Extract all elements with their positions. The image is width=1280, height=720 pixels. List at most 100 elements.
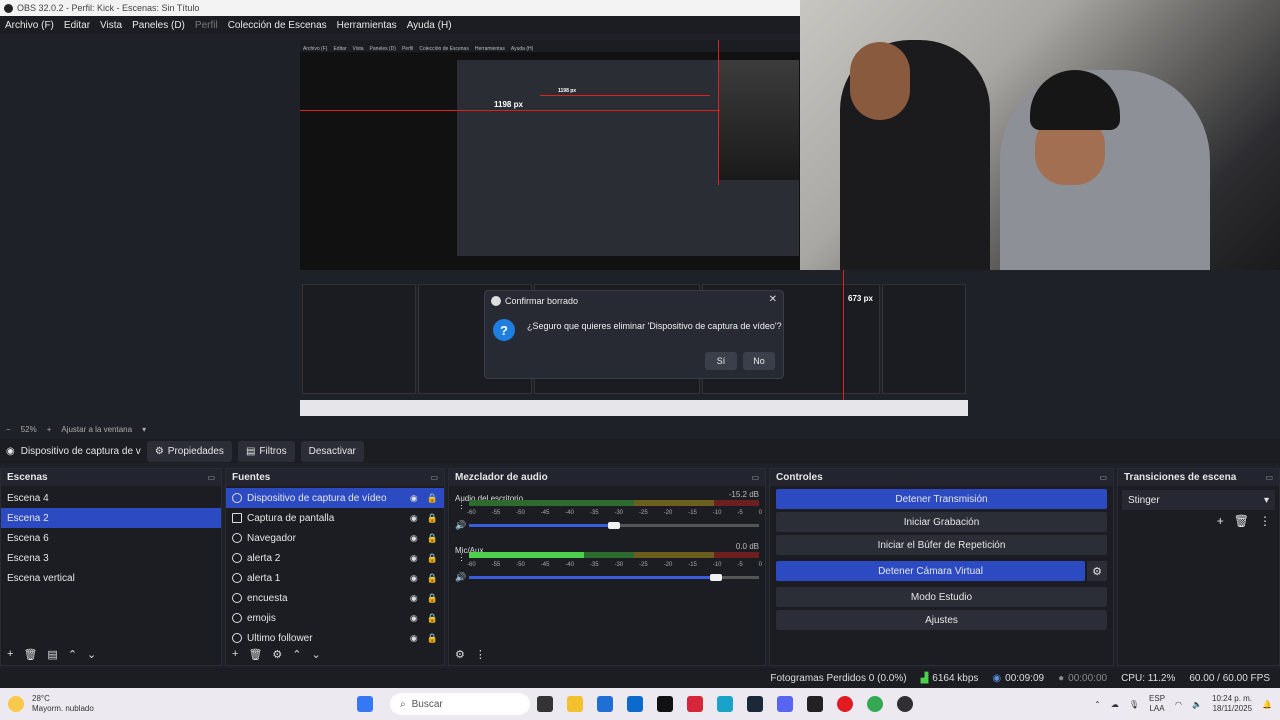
scene-filters-icon[interactable]: ▤ xyxy=(47,648,57,661)
store-icon[interactable] xyxy=(597,696,613,712)
source-item[interactable]: Captura de pantalla ◉ 🔒 xyxy=(226,508,444,528)
replay-buffer-button[interactable]: Iniciar el Búfer de Repetición xyxy=(776,535,1107,555)
lock-icon[interactable]: 🔒 xyxy=(427,513,438,524)
lang-layout[interactable]: LAA xyxy=(1149,704,1165,714)
chevron-down-icon[interactable]: ▾ xyxy=(142,425,146,434)
scene-down-icon[interactable]: ⌄ xyxy=(87,648,96,661)
virtualcam-gear-icon[interactable]: ⚙ xyxy=(1087,561,1107,581)
cloud-icon[interactable]: ☁ xyxy=(1111,700,1119,709)
chevron-up-icon[interactable]: ⌃ xyxy=(1094,700,1101,709)
dock-float-icon[interactable]: ▭ xyxy=(751,473,759,482)
lock-icon[interactable]: 🔒 xyxy=(427,553,438,564)
chrome-icon[interactable] xyxy=(867,696,883,712)
eye-icon[interactable]: ◉ xyxy=(410,613,418,624)
tiktok-icon[interactable] xyxy=(657,696,673,712)
eye-icon[interactable]: ◉ xyxy=(410,573,418,584)
dock-float-icon[interactable]: ▭ xyxy=(430,473,438,482)
source-item[interactable]: encuesta ◉ 🔒 xyxy=(226,588,444,608)
dock-float-icon[interactable]: ▭ xyxy=(207,473,215,482)
outlook-icon[interactable] xyxy=(627,696,643,712)
speaker-icon[interactable]: 🔊 xyxy=(455,572,466,583)
eye-icon[interactable]: ◉ xyxy=(410,493,418,504)
webcam-video[interactable] xyxy=(800,0,1280,270)
notification-icon[interactable]: 🔔 xyxy=(1262,700,1272,709)
dock-float-icon[interactable]: ▭ xyxy=(1265,473,1273,482)
menu-editar[interactable]: Editar xyxy=(59,20,95,31)
lock-icon[interactable]: 🔒 xyxy=(427,493,438,504)
scene-item[interactable]: Escena 3 xyxy=(1,548,221,568)
transition-select[interactable]: Stinger ▾ xyxy=(1122,490,1275,510)
menu-paneles[interactable]: Paneles (D) xyxy=(127,20,190,31)
scene-item-selected[interactable]: Escena 2 xyxy=(1,508,221,528)
source-item[interactable]: alerta 2 ◉ 🔒 xyxy=(226,548,444,568)
delete-scene-icon[interactable]: 🗑 xyxy=(23,648,37,661)
mixer-menu-icon[interactable]: ⋮ xyxy=(475,648,486,661)
lock-icon[interactable]: 🔒 xyxy=(427,593,438,604)
lock-icon[interactable]: 🔒 xyxy=(427,573,438,584)
discord-icon[interactable] xyxy=(777,696,793,712)
dialog-yes-button[interactable]: Sí xyxy=(705,352,737,370)
scene-item[interactable]: Escena vertical xyxy=(1,568,221,588)
app-w-icon[interactable] xyxy=(687,696,703,712)
lock-icon[interactable]: 🔒 xyxy=(427,533,438,544)
source-up-icon[interactable]: ⌃ xyxy=(292,648,301,661)
source-item[interactable]: alerta 1 ◉ 🔒 xyxy=(226,568,444,588)
volume-slider-knob[interactable] xyxy=(608,522,620,529)
properties-button[interactable]: ⚙ Propiedades xyxy=(146,440,232,462)
transition-menu-icon[interactable]: ⋮ xyxy=(1259,514,1271,528)
eye-icon[interactable]: ◉ xyxy=(410,633,418,644)
menu-archivo[interactable]: Archivo (F) xyxy=(0,20,59,31)
settings-button[interactable]: Ajustes xyxy=(776,610,1107,630)
menu-ayuda[interactable]: Ayuda (H) xyxy=(402,20,457,31)
volume-slider[interactable] xyxy=(469,574,759,581)
app-chart-icon[interactable] xyxy=(807,696,823,712)
source-down-icon[interactable]: ⌄ xyxy=(312,648,321,661)
edge-icon[interactable] xyxy=(717,696,733,712)
steam-icon[interactable] xyxy=(747,696,763,712)
menu-vista[interactable]: Vista xyxy=(95,20,127,31)
channel-menu-icon[interactable]: ⋮ xyxy=(457,500,466,511)
opera-icon[interactable] xyxy=(837,696,853,712)
volume-icon[interactable]: 🔈 xyxy=(1192,700,1202,709)
studio-mode-button[interactable]: Modo Estudio xyxy=(776,587,1107,607)
volume-slider[interactable] xyxy=(469,522,759,529)
delete-source-icon[interactable]: 🗑 xyxy=(248,648,262,661)
start-recording-button[interactable]: Iniciar Grabación xyxy=(776,512,1107,532)
lang-code[interactable]: ESP xyxy=(1149,694,1165,704)
file-explorer-icon[interactable] xyxy=(567,696,583,712)
clock[interactable]: 10:24 p. m. 18/11/2025 xyxy=(1212,694,1252,714)
mixer-settings-icon[interactable]: ⚙ xyxy=(455,648,465,661)
add-scene-icon[interactable]: + xyxy=(7,648,13,660)
wifi-icon[interactable]: ◠ xyxy=(1175,700,1182,709)
dock-float-icon[interactable]: ▭ xyxy=(1099,473,1107,482)
mic-icon[interactable]: 🎙 xyxy=(1129,700,1139,709)
menu-perfil[interactable]: Perfil xyxy=(190,20,223,31)
zoom-in-button[interactable]: + xyxy=(47,425,52,434)
volume-slider-knob[interactable] xyxy=(709,574,722,581)
eye-icon[interactable]: ◉ xyxy=(410,593,418,604)
stop-stream-button[interactable]: Detener Transmisión xyxy=(776,489,1107,509)
source-item[interactable]: emojis ◉ 🔒 xyxy=(226,608,444,628)
task-view-icon[interactable] xyxy=(537,696,553,712)
taskbar-search[interactable]: ⌕ Buscar xyxy=(390,693,530,715)
eye-icon[interactable]: ◉ xyxy=(410,553,418,564)
scene-item[interactable]: Escena 4 xyxy=(1,488,221,508)
lock-icon[interactable]: 🔒 xyxy=(427,613,438,624)
source-item[interactable]: Navegador ◉ 🔒 xyxy=(226,528,444,548)
windows-start-icon[interactable] xyxy=(357,696,373,712)
speaker-icon[interactable]: 🔊 xyxy=(455,520,466,531)
filters-button[interactable]: ▤ Filtros xyxy=(237,440,295,462)
delete-transition-icon[interactable]: 🗑 xyxy=(1234,514,1249,528)
lock-icon[interactable]: 🔒 xyxy=(427,633,438,644)
scene-item[interactable]: Escena 6 xyxy=(1,528,221,548)
add-source-icon[interactable]: + xyxy=(232,648,238,660)
dialog-close-icon[interactable]: ✕ xyxy=(769,294,777,305)
deactivate-button[interactable]: Desactivar xyxy=(300,440,364,462)
dialog-no-button[interactable]: No xyxy=(743,352,775,370)
channel-menu-icon[interactable]: ⋮ xyxy=(457,552,466,563)
obs-taskbar-icon[interactable] xyxy=(897,696,913,712)
add-transition-icon[interactable]: + xyxy=(1217,514,1224,528)
weather-widget[interactable]: 28°C Mayorm. nublado xyxy=(0,694,350,714)
eye-icon[interactable]: ◉ xyxy=(410,513,418,524)
stop-virtualcam-button[interactable]: Detener Cámara Virtual xyxy=(776,561,1085,581)
